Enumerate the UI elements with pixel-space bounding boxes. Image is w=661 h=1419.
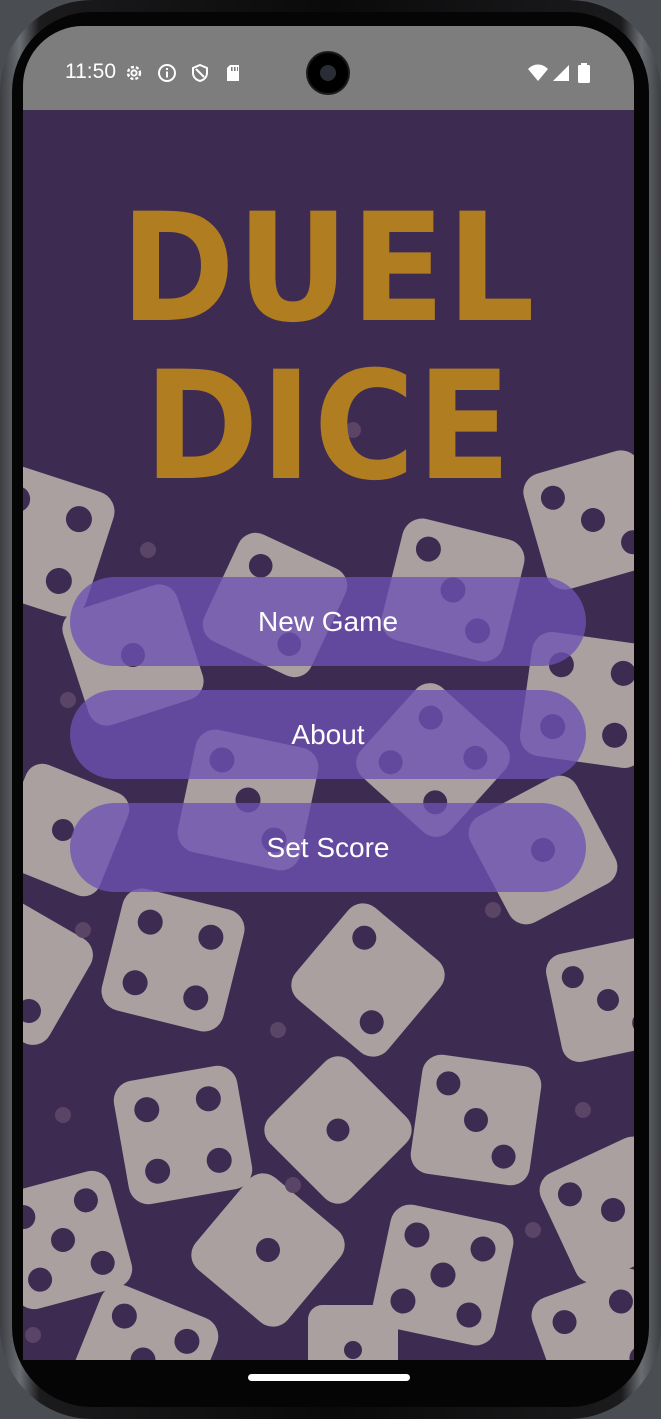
background-speck	[285, 1177, 301, 1193]
background-die	[410, 1054, 542, 1186]
status-time: 11:50	[65, 60, 116, 83]
background-die	[546, 938, 634, 1062]
background-die	[101, 888, 245, 1032]
front-camera	[308, 53, 348, 93]
background-speck	[75, 922, 91, 938]
signal-icon	[553, 65, 569, 81]
main-menu-screen: DUEL DICE New Game About Set Score	[23, 110, 634, 1360]
gesture-nav-handle[interactable]	[248, 1374, 410, 1381]
background-speck	[55, 1107, 71, 1123]
background-die	[308, 1305, 398, 1360]
sd-card-icon	[227, 65, 239, 81]
background-speck	[25, 1327, 41, 1343]
game-title: DUEL DICE	[47, 190, 609, 506]
background-speck	[575, 1102, 591, 1118]
info-icon	[158, 64, 176, 82]
background-speck	[60, 692, 76, 708]
set-score-button[interactable]: Set Score	[70, 803, 586, 892]
status-bar: 11:50	[23, 26, 634, 110]
background-die	[291, 903, 445, 1057]
battery-icon	[578, 63, 590, 83]
background-die	[23, 895, 93, 1045]
background-speck	[525, 1222, 541, 1238]
background-speck	[485, 902, 501, 918]
background-speck	[140, 542, 156, 558]
about-button[interactable]: About	[70, 690, 586, 779]
screen: 11:50 DUEL DICE New Game About Set Score	[23, 26, 634, 1360]
wifi-icon	[528, 64, 548, 81]
title-line-1: DUEL	[120, 182, 537, 356]
new-game-button[interactable]: New Game	[70, 577, 586, 666]
settings-icon	[126, 65, 142, 81]
background-speck	[270, 1022, 286, 1038]
title-line-2: DICE	[144, 340, 513, 514]
background-die	[113, 1065, 253, 1205]
background-die	[539, 1136, 634, 1284]
shield-icon	[192, 63, 208, 83]
